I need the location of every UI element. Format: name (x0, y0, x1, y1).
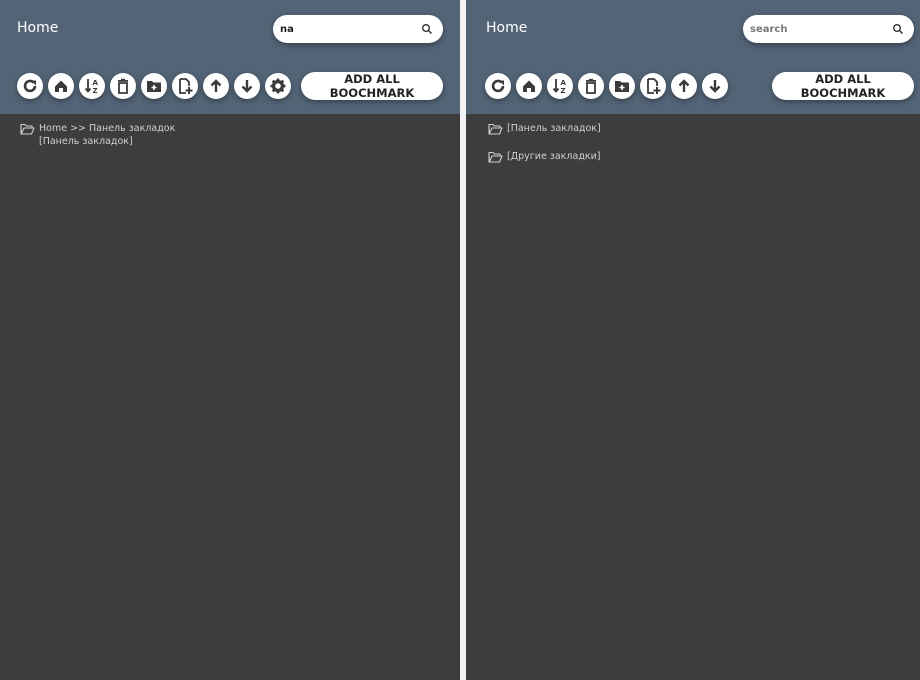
move-up-button[interactable] (671, 73, 697, 99)
folder-plus-icon (147, 81, 161, 92)
folder-item[interactable]: [Панель закладок] (488, 122, 601, 135)
folder-list: [Панель закладок] [Другие закладки] (488, 122, 601, 178)
sort-az-icon: AZ (552, 79, 567, 95)
home-button[interactable] (48, 73, 74, 99)
file-plus-icon (179, 78, 193, 94)
search-box[interactable] (743, 15, 914, 43)
svg-text:Z: Z (93, 87, 98, 95)
move-up-button[interactable] (203, 73, 229, 99)
header-title[interactable]: Home (17, 20, 58, 36)
add-bookmark-button[interactable] (640, 73, 666, 99)
svg-text:A: A (93, 79, 99, 87)
folder-open-icon (488, 151, 503, 163)
delete-button[interactable] (578, 73, 604, 99)
move-down-button[interactable] (702, 73, 728, 99)
refresh-icon (23, 79, 37, 93)
move-down-button[interactable] (234, 73, 260, 99)
trash-icon (586, 78, 596, 94)
right-panel: Home AZ ADD ALL BOOCHMARK [Панель заклад… (466, 0, 920, 680)
search-input[interactable] (280, 21, 410, 37)
home-icon (55, 80, 67, 92)
folder-open-icon (20, 123, 35, 135)
search-box[interactable] (273, 15, 443, 43)
sort-button[interactable]: AZ (547, 73, 573, 99)
header-title[interactable]: Home (486, 20, 527, 36)
add-folder-button[interactable] (141, 73, 167, 99)
home-button[interactable] (516, 73, 542, 99)
arrow-down-icon (709, 80, 721, 93)
result-path: Home >> Панель закладок (39, 123, 176, 134)
arrow-up-icon (678, 79, 690, 92)
search-results: Home >> Панель закладок [Панель закладок… (20, 122, 175, 163)
result-name: [Панель закладок] (39, 136, 133, 147)
trash-icon (118, 78, 128, 94)
gear-icon (270, 78, 286, 94)
sort-button[interactable]: AZ (79, 73, 105, 99)
svg-text:Z: Z (561, 87, 566, 95)
home-icon (523, 80, 535, 92)
delete-button[interactable] (110, 73, 136, 99)
settings-button[interactable] (265, 73, 291, 99)
refresh-button[interactable] (17, 73, 43, 99)
left-panel: Home AZ ADD ALL BOOCHMARK Home >> Панель… (0, 0, 460, 680)
arrow-up-icon (210, 79, 222, 92)
search-input[interactable] (750, 21, 880, 37)
file-plus-icon (647, 78, 661, 94)
folder-name: [Другие закладки] (507, 151, 601, 162)
list-item[interactable]: Home >> Панель закладок [Панель закладок… (20, 122, 175, 148)
refresh-icon (491, 79, 505, 93)
add-all-bookmarks-button[interactable]: ADD ALL BOOCHMARK (772, 72, 914, 100)
folder-plus-icon (615, 81, 629, 92)
search-icon[interactable] (421, 23, 433, 35)
arrow-down-icon (241, 80, 253, 93)
refresh-button[interactable] (485, 73, 511, 99)
add-bookmark-button[interactable] (172, 73, 198, 99)
folder-item[interactable]: [Другие закладки] (488, 150, 601, 163)
svg-text:A: A (561, 79, 567, 87)
add-folder-button[interactable] (609, 73, 635, 99)
folder-open-icon (488, 123, 503, 135)
header: Home AZ ADD ALL BOOCHMARK (466, 0, 920, 114)
add-all-bookmarks-button[interactable]: ADD ALL BOOCHMARK (301, 72, 443, 100)
sort-az-icon: AZ (84, 79, 99, 95)
toolbar: AZ (485, 73, 728, 99)
toolbar: AZ (17, 73, 291, 99)
folder-name: [Панель закладок] (507, 123, 601, 134)
search-icon[interactable] (892, 23, 904, 35)
header: Home AZ ADD ALL BOOCHMARK (0, 0, 460, 114)
